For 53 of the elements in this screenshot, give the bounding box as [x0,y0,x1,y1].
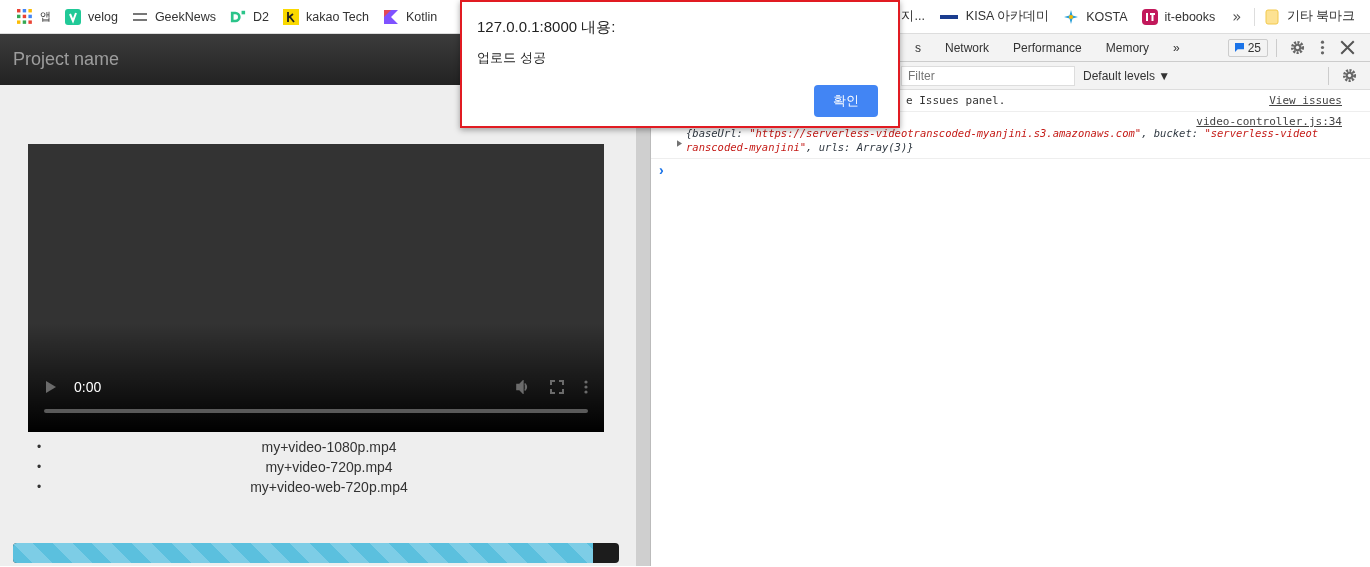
close-icon[interactable] [1340,40,1355,55]
brand-link[interactable]: Project name [13,49,120,70]
console-message: e Issues panel. [906,94,1006,107]
settings-icon[interactable] [1342,68,1357,83]
bookmark[interactable]: KOSTA [1058,8,1133,25]
bookmark[interactable]: KISA 아카데미 [933,8,1055,25]
levels-dropdown[interactable]: Default levels ▼ [1083,68,1171,83]
filter-field[interactable]: Filter [901,65,1075,86]
message-icon [1234,43,1244,52]
issues-badge[interactable]: 25 [1227,38,1268,57]
view-issues-link[interactable]: View issues [1269,94,1342,107]
file-name: my+video-1080p.mp4 [260,438,398,457]
bullet: • [35,439,43,456]
bookmark[interactable]: it-ebooks [1136,8,1221,25]
more-tabs-button[interactable]: » [1161,40,1192,55]
tile-icon [283,8,299,25]
fullscreen-icon[interactable] [550,380,564,394]
dialog-message: 업로드 성공 [477,49,547,67]
devtools-tab[interactable]: Performance [1001,40,1094,55]
apps-grid-icon [17,8,33,25]
bullet: • [35,479,43,496]
file-name: my+video-web-720p.mp4 [249,478,409,497]
devtools-tab[interactable]: Network [933,40,1001,55]
check-tile-icon [65,8,81,25]
bookmark[interactable]: kakao Tech [278,8,375,25]
bookmark-folder[interactable]: 기타 북마크 [1258,8,1360,25]
volume-icon[interactable] [516,380,530,394]
bookmark[interactable]: 지... [896,8,930,25]
bookmark[interactable]: 앱 [12,8,56,25]
ok-button[interactable]: 확인 [814,85,878,117]
source-link[interactable]: video-controller.js:34 [1196,115,1342,128]
bookmark[interactable]: GeekNews [126,8,222,25]
more-bookmarks-button[interactable]: » [1224,7,1250,26]
video-player[interactable]: 0:00 [28,144,604,432]
expand-arrow-icon[interactable] [677,140,682,147]
bookmark[interactable]: Kotlin [378,8,443,25]
console-prompt[interactable]: › [659,162,664,178]
dialog-title: 127.0.0.1:8000 내용: [477,18,617,37]
bullet: • [35,459,43,476]
settings-icon[interactable] [1290,40,1305,55]
bookmark[interactable]: velog [60,8,123,25]
file-name: my+video-720p.mp4 [264,458,394,477]
folder-icon [1263,8,1280,25]
bookmark[interactable]: D2 [225,8,274,25]
triangle-icon [383,8,400,25]
devtools-tab[interactable]: Memory [1093,40,1162,55]
devtools-tab[interactable]: s [903,40,933,55]
tile-icon [1141,8,1158,25]
logged-object[interactable]: {baseUrl: "https://serverless-videotranscoded-myanjini.s3.amazonaws.com", bucket: "serverless-videot ranscoded-myanjini", urls: Array(3)} [686,126,1319,154]
more-icon[interactable] [584,380,588,394]
shape-icon [230,8,247,25]
time-display: 0:00 [74,379,102,395]
play-icon[interactable] [44,380,58,394]
